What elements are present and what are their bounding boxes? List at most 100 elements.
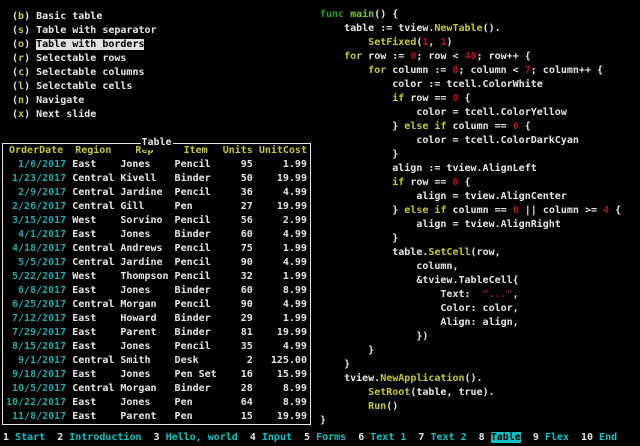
terminal-screen: (b) Basic table(s) Table with separator(… — [0, 0, 640, 446]
slide-tab-flex[interactable]: 9Flex — [533, 432, 569, 443]
table-cell: 60 — [223, 284, 253, 298]
slide-tab-hello-world[interactable]: 3Hello, world — [154, 432, 238, 443]
table-row: 5/22/2017WestThompsonPencil321.99 — [3, 270, 310, 284]
table-row: 6/8/2017EastJonesBinder608.99 — [3, 284, 310, 298]
code-line: } — [320, 232, 621, 246]
table-cell: Thompson — [120, 270, 168, 284]
menu-item-selectable-rows[interactable]: (r) Selectable rows — [12, 52, 157, 66]
slide-tab-text-2[interactable]: 7Text 2 — [418, 432, 466, 443]
table-cell: 9/18/2017 — [6, 368, 66, 382]
code-line: Run() — [320, 400, 621, 414]
code-line: if row == 0 { — [320, 92, 621, 106]
code-token: } — [320, 345, 374, 356]
table-cell: 2.99 — [259, 214, 307, 228]
table-cell: 16 — [223, 368, 253, 382]
table-cell: 1.99 — [259, 312, 307, 326]
table-cell: 6/8/2017 — [6, 284, 66, 298]
table-cell: Jones — [120, 228, 168, 242]
table-cell: Morgan — [120, 298, 168, 312]
slide-tab-text-1[interactable]: 6Text 1 — [358, 432, 406, 443]
slide-tab-table[interactable]: 8Table — [479, 432, 521, 443]
menu-item-table-with-borders[interactable]: (o) Table with borders — [12, 38, 157, 52]
code-token: (row, — [471, 247, 501, 258]
table-cell: 64 — [223, 396, 253, 410]
code-token: ; column < — [459, 65, 525, 76]
table-cell: 27 — [223, 200, 253, 214]
code-line: } — [320, 148, 621, 162]
table-cell: 2/9/2017 — [6, 186, 66, 200]
table-rows: OrderDateRegionRepItemUnitsUnitCost1/6/2… — [3, 144, 310, 424]
slide-number: 10 — [581, 432, 593, 443]
code-token: } — [320, 121, 404, 132]
code-token: row == — [404, 177, 452, 188]
table-cell: Pencil — [175, 242, 217, 256]
code-token: column := — [386, 65, 452, 76]
table-cell: Gill — [120, 200, 168, 214]
table-cell: 4.99 — [259, 256, 307, 270]
code-line: Align: align, — [320, 316, 621, 330]
table-row: 10/5/2017CentralMorganBinder288.99 — [3, 382, 310, 396]
code-token: SetCell — [428, 247, 470, 258]
table-cell: East — [72, 340, 114, 354]
code-token: table := tview. — [320, 23, 434, 34]
code-line: align = tview.AlignRight — [320, 218, 621, 232]
menu-key-paren: ) — [24, 67, 36, 78]
menu-item-label: Selectable columns — [36, 67, 144, 78]
table-row: 1/23/2017CentralKivellBinder5019.99 — [3, 172, 310, 186]
menu-item-next-slide[interactable]: (x) Next slide — [12, 108, 157, 122]
slide-tab-start[interactable]: 1Start — [3, 432, 45, 443]
code-token: () — [386, 401, 398, 412]
menu-item-selectable-columns[interactable]: (c) Selectable columns — [12, 66, 157, 80]
code-token: &tview.TableCell{ — [320, 275, 519, 286]
code-token: if — [392, 177, 404, 188]
code-token: for — [344, 51, 362, 62]
code-token: if — [392, 93, 404, 104]
code-token: else — [404, 205, 428, 216]
code-token: column, — [320, 261, 458, 272]
code-token: { — [519, 121, 531, 132]
slide-tab-introduction[interactable]: 2Introduction — [57, 432, 141, 443]
table-row: 10/22/2017EastJonesPen648.99 — [3, 396, 310, 410]
code-line: &tview.TableCell{ — [320, 274, 621, 288]
slide-label: Hello, world — [166, 432, 238, 443]
menu-item-selectable-cells[interactable]: (l) Selectable cells — [12, 80, 157, 94]
code-token: }) — [320, 331, 428, 342]
code-token: , — [513, 289, 519, 300]
code-token: align = tview.AlignCenter — [320, 191, 567, 202]
table-cell: Pen — [175, 396, 217, 410]
table-cell: West — [72, 270, 114, 284]
table-cell: Central — [72, 200, 114, 214]
table-cell: Pencil — [175, 298, 217, 312]
code-token — [320, 401, 368, 412]
slide-tab-forms[interactable]: 5Forms — [304, 432, 346, 443]
slide-tab-input[interactable]: 4Input — [250, 432, 292, 443]
table-row: 11/8/2017EastParentPen1519.99 — [3, 410, 310, 424]
table-cell: 8.99 — [259, 396, 307, 410]
table-cell: 75 — [223, 242, 253, 256]
code-token: align = tview.AlignRight — [320, 219, 561, 230]
table-cell: 4/18/2017 — [6, 242, 66, 256]
menu-item-table-with-separator[interactable]: (s) Table with separator — [12, 24, 157, 38]
table-cell: 81 — [223, 326, 253, 340]
code-token — [320, 177, 392, 188]
table-cell: Jones — [120, 340, 168, 354]
menu-item-navigate[interactable]: (n) Navigate — [12, 94, 157, 108]
table-cell: Smith — [120, 354, 168, 368]
menu-item-basic-table[interactable]: (b) Basic table — [12, 10, 157, 24]
code-token: if — [434, 205, 446, 216]
slide-tab-end[interactable]: 10End — [581, 432, 617, 443]
table-cell: East — [72, 284, 114, 298]
table-cell: Pen — [175, 200, 217, 214]
table-cell: Parent — [120, 326, 168, 340]
slide-number: 9 — [533, 432, 539, 443]
table-cell: East — [72, 396, 114, 410]
code-token — [320, 93, 392, 104]
table-cell: 7/12/2017 — [6, 312, 66, 326]
code-token: tview. — [320, 373, 380, 384]
slide-label: Table — [491, 432, 521, 443]
table-cell: 90 — [223, 256, 253, 270]
table-cell: 4.99 — [259, 228, 307, 242]
table-cell: Pen — [175, 410, 217, 424]
code-token: || column >= — [519, 205, 603, 216]
code-line: color = tcell.ColorDarkCyan — [320, 134, 621, 148]
